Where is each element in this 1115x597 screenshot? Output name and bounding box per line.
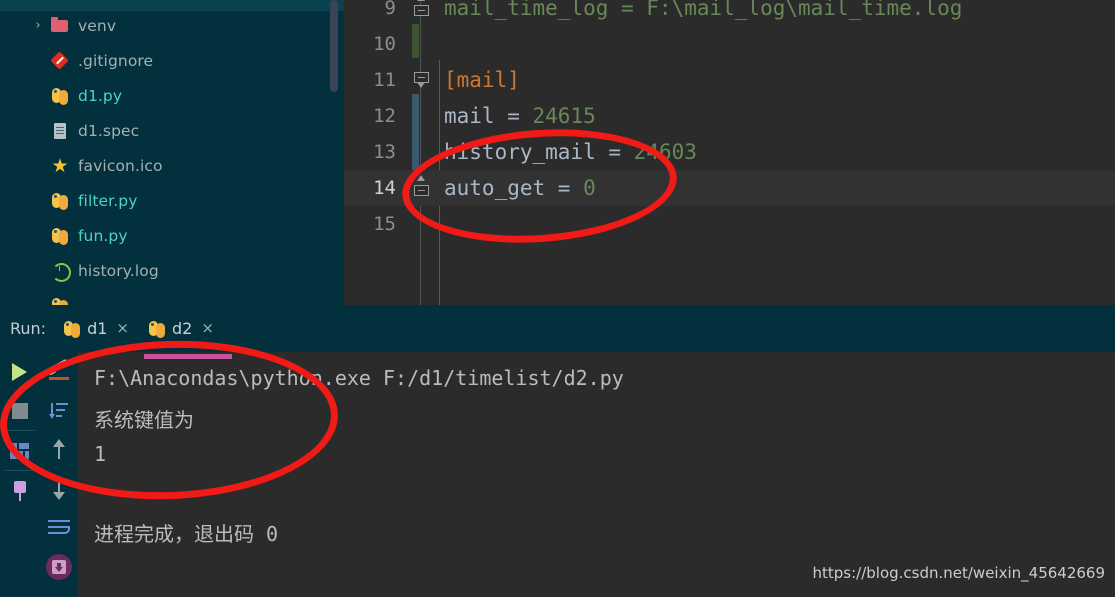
run-tab-label: d1 xyxy=(87,319,108,338)
tree-item-label: venv xyxy=(78,16,117,35)
tree-item-history-log[interactable]: history.log xyxy=(0,253,344,288)
stop-button[interactable] xyxy=(0,391,39,430)
line-code: auto_get = 0 xyxy=(444,176,596,200)
sort-button[interactable] xyxy=(39,391,78,430)
chevron-right-icon[interactable]: › xyxy=(32,19,44,32)
run-tab-label: d2 xyxy=(172,319,193,338)
close-icon[interactable]: × xyxy=(201,321,214,336)
line-number: 12 xyxy=(373,105,396,127)
tree-item-partial-bottom[interactable] xyxy=(0,288,344,305)
fold-marker-up-icon[interactable] xyxy=(414,175,430,196)
sort-icon xyxy=(48,402,69,420)
line-code: mail_time_log = F:\mail_log\mail_time.lo… xyxy=(444,0,963,20)
line-number: 14 xyxy=(373,177,396,199)
layout-button[interactable] xyxy=(0,431,39,470)
tree-item-label: filter.py xyxy=(78,191,138,210)
top-area: › venv .gitignore d1.py d1.spec ★ favico… xyxy=(0,0,1115,305)
history-log-icon xyxy=(50,261,71,282)
line-number: 13 xyxy=(373,141,396,163)
tree-item-gitignore[interactable]: .gitignore xyxy=(0,43,344,78)
python-file-icon xyxy=(50,296,70,305)
pen-icon xyxy=(47,358,70,382)
editor-line-12[interactable]: 12 mail = 24615 xyxy=(344,98,1115,134)
tree-item-d1-spec[interactable]: d1.spec xyxy=(0,113,344,148)
line-number: 10 xyxy=(373,33,396,55)
tree-item-filter-py[interactable]: filter.py xyxy=(0,183,344,218)
next-occurrence-button[interactable] xyxy=(39,469,78,508)
line-number: 15 xyxy=(373,213,396,235)
tree-item-venv[interactable]: › venv xyxy=(0,8,344,43)
run-tab-d1[interactable]: d1 × xyxy=(62,319,129,338)
line-number: 9 xyxy=(384,0,396,19)
line-number: 11 xyxy=(373,69,396,91)
rerun-button[interactable] xyxy=(0,352,39,391)
run-console-output[interactable]: F:\Anacondas\python.exe F:/d1/timelist/d… xyxy=(78,352,1115,597)
watermark-text: https://blog.csdn.net/weixin_45642669 xyxy=(812,564,1105,582)
python-run-icon xyxy=(147,319,166,338)
tree-item-label: d1.spec xyxy=(78,121,140,140)
python-file-icon xyxy=(50,191,70,211)
fold-marker-up-icon[interactable] xyxy=(414,0,430,16)
fold-marker-down-icon[interactable] xyxy=(414,72,430,88)
console-line: 进程完成，退出码 0 xyxy=(94,522,279,546)
tree-item-d1-py[interactable]: d1.py xyxy=(0,78,344,113)
wrap-icon xyxy=(47,519,70,536)
line-code: [mail] xyxy=(444,68,520,92)
layout-icon xyxy=(10,442,29,459)
python-file-icon xyxy=(50,86,70,106)
arrow-down-icon xyxy=(51,478,67,500)
wrap-lines-button[interactable] xyxy=(39,508,78,547)
tree-item-fun-py[interactable]: fun.py xyxy=(0,218,344,253)
python-run-icon xyxy=(62,319,81,338)
console-progress-bar xyxy=(144,354,232,359)
editor-line-10[interactable]: 10 xyxy=(344,26,1115,62)
tree-item-label: .gitignore xyxy=(78,51,154,70)
more-options-button[interactable] xyxy=(39,586,78,597)
run-tab-bar: Run: d1 × d2 × xyxy=(0,305,1115,352)
spec-file-icon xyxy=(50,121,70,141)
file-tree-scrollbar[interactable] xyxy=(330,0,338,92)
download-circle-icon xyxy=(45,553,72,580)
star-icon: ★ xyxy=(51,154,69,177)
console-line: F:\Anacondas\python.exe F:/d1/timelist/d… xyxy=(94,366,624,390)
code-editor[interactable]: 9 mail_time_log = F:\mail_log\mail_time.… xyxy=(344,0,1115,305)
editor-line-11[interactable]: 11 [mail] xyxy=(344,62,1115,98)
stop-icon xyxy=(11,402,28,419)
pin-tab-button[interactable] xyxy=(0,471,39,510)
tree-item-label: history.log xyxy=(78,261,159,280)
soft-wrap-edit-button[interactable] xyxy=(39,352,78,391)
project-file-tree[interactable]: › venv .gitignore d1.py d1.spec ★ favico… xyxy=(0,0,344,305)
editor-line-9[interactable]: 9 mail_time_log = F:\mail_log\mail_time.… xyxy=(344,0,1115,26)
run-toolbar-secondary xyxy=(39,352,78,597)
editor-line-15[interactable]: 15 xyxy=(344,206,1115,242)
tree-item-label: d1.py xyxy=(78,86,123,105)
run-label: Run: xyxy=(10,319,47,338)
python-file-icon xyxy=(50,226,70,246)
run-toolbar-primary xyxy=(0,352,39,510)
pin-icon xyxy=(11,480,29,501)
git-icon xyxy=(50,51,70,71)
tree-item-label: fun.py xyxy=(78,226,128,245)
run-tab-d2[interactable]: d2 × xyxy=(147,319,214,338)
console-line: 系统键值为 xyxy=(94,408,194,432)
scroll-to-end-button[interactable] xyxy=(39,547,78,586)
tree-item-favicon-ico[interactable]: ★ favicon.ico xyxy=(0,148,344,183)
ide-window: › venv .gitignore d1.py d1.spec ★ favico… xyxy=(0,0,1115,597)
folder-icon xyxy=(50,16,70,36)
tree-item-label: favicon.ico xyxy=(78,156,163,175)
line-code: mail = 24615 xyxy=(444,104,596,128)
close-icon[interactable]: × xyxy=(116,321,129,336)
arrow-up-icon xyxy=(51,438,67,461)
play-icon xyxy=(12,362,27,381)
editor-line-14[interactable]: 14 auto_get = 0 xyxy=(344,170,1115,206)
run-toolbar xyxy=(0,352,78,597)
line-code: history_mail = 24603 xyxy=(444,140,697,164)
prev-occurrence-button[interactable] xyxy=(39,430,78,469)
run-tool-window: Run: d1 × d2 × F:\Anacondas\python.exe F… xyxy=(0,305,1115,597)
editor-line-13[interactable]: 13 history_mail = 24603 xyxy=(344,134,1115,170)
console-line: 1 xyxy=(94,442,107,466)
